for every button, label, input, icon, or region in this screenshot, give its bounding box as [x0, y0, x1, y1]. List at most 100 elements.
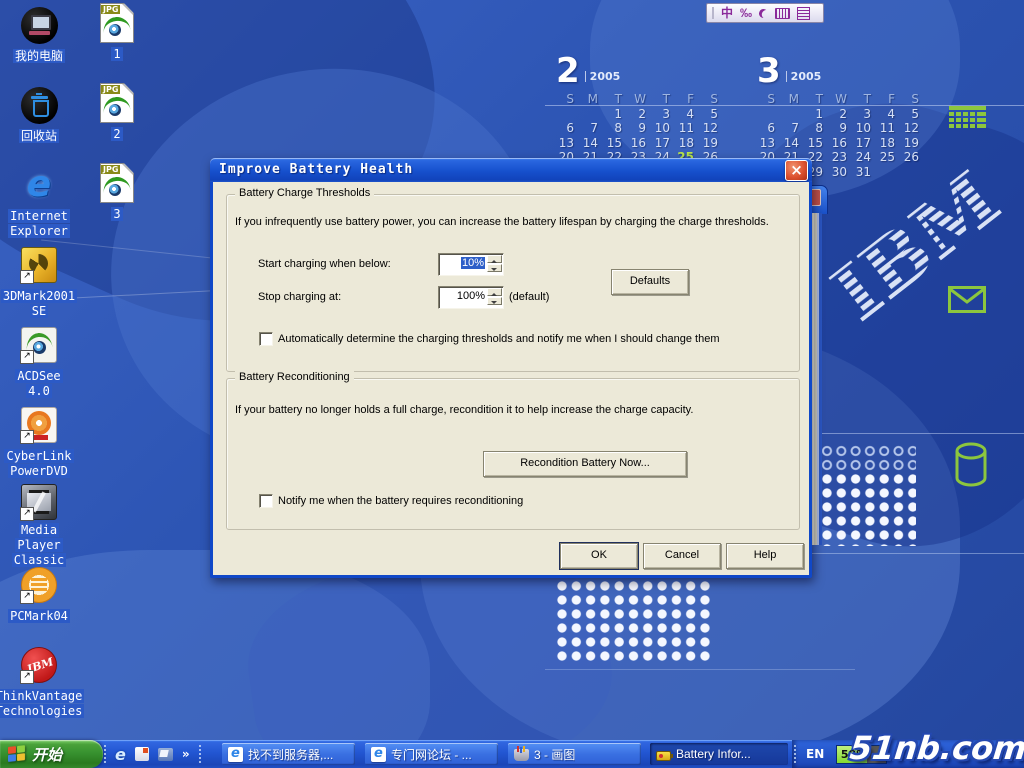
desktop-icon-jpg-file[interactable]: JPG3 [80, 162, 154, 242]
jpg-file-icon: JPG [100, 162, 134, 204]
quick-launch-more-chevron[interactable]: » [182, 747, 190, 761]
stop-charging-value[interactable]: 100% [457, 290, 485, 302]
calendar-day: 14 [781, 136, 805, 151]
battery-meter[interactable]: 58% [836, 745, 887, 764]
cancel-button[interactable]: Cancel [643, 543, 721, 569]
mail-app-icon[interactable] [135, 747, 149, 761]
desktop-icon-internet-explorer[interactable]: eInternet Explorer [2, 164, 76, 244]
media-player-classic-icon: ↗ [21, 484, 57, 520]
stop-charging-spinbox[interactable]: 100% [438, 286, 504, 309]
spin-up-icon[interactable] [487, 255, 502, 263]
taskbar: 开始 e » e 找不到服务器,... e 专门网论坛 - ... 3 - 画图… [0, 740, 1024, 768]
reconditioning-description: If your battery no longer holds a full c… [235, 404, 693, 416]
language-bar-grip[interactable] [712, 7, 714, 19]
calendar-day: 8 [604, 121, 628, 136]
ime-punctuation-icon[interactable] [758, 7, 770, 19]
calendar-year: 2005 [585, 71, 621, 82]
spin-up-icon[interactable] [487, 288, 502, 296]
battery-percent: 58% [841, 748, 867, 761]
ime-width-icon[interactable]: ‰ [740, 5, 752, 21]
ime-menu-icon[interactable] [797, 7, 810, 20]
desktop-icon-label: 回收站 [19, 129, 59, 144]
calendar-day: 17 [853, 136, 877, 151]
calendar-day: 15 [604, 136, 628, 151]
taskbar-task-paint[interactable]: 3 - 画图 [508, 743, 641, 765]
windows-flag-icon [8, 745, 26, 763]
ie-page-icon: e [228, 747, 243, 762]
calendar-day: 25 [877, 150, 901, 165]
desktop-icon-label: 2 [111, 127, 122, 142]
help-button[interactable]: Help [726, 543, 804, 569]
auto-determine-checkbox-label[interactable]: Automatically determine the charging thr… [278, 333, 719, 345]
calendar-day: 13 [556, 136, 580, 151]
calendar-dow: F [877, 92, 901, 107]
taskband-grip[interactable] [199, 745, 201, 763]
desktop-icon-powerdvd[interactable]: ↗CyberLink PowerDVD [2, 404, 76, 484]
desktop-icon-label: PCMark04 [8, 609, 70, 624]
ime-chinese-icon[interactable]: 中 [721, 5, 733, 21]
battery-charge-thresholds-group: Battery Charge Thresholds If you infrequ… [226, 194, 800, 372]
spin-down-icon[interactable] [487, 297, 502, 305]
keyboard-icon[interactable] [775, 8, 790, 19]
internet-explorer-icon[interactable]: e [115, 745, 126, 764]
taskbar-task-server-not-found[interactable]: e 找不到服务器,... [222, 743, 355, 765]
show-desktop-icon[interactable] [158, 748, 173, 761]
calendar-day: 12 [700, 121, 724, 136]
desktop-icon-label: 我的电脑 [13, 49, 65, 64]
desktop-icon-jpg-file[interactable]: JPG2 [80, 82, 154, 162]
calendar-day: 14 [580, 136, 604, 151]
calendar-day: 6 [757, 121, 781, 136]
calendar-day: 10 [853, 121, 877, 136]
desktop-icon-acdsee[interactable]: ↗ACDSee 4.0 [2, 324, 76, 404]
language-indicator[interactable]: EN [806, 747, 824, 761]
acdsee-icon: ↗ [21, 324, 57, 366]
calendar-dow: S [757, 92, 781, 107]
quick-launch: e » [104, 740, 201, 768]
calendar-dow: T [853, 92, 877, 107]
3dmark2001-icon: ↗ [21, 244, 57, 286]
desktop-icon-my-computer[interactable]: 我的电脑 [2, 4, 76, 84]
desktop-icon-3dmark2001[interactable]: ↗3DMark2001 SE [2, 244, 76, 324]
desktop-icon-thinkvantage[interactable]: IBM↗ThinkVantage Technologies [2, 644, 76, 724]
grid-icon [949, 106, 986, 134]
taskbar-task-battery-information[interactable]: Battery Infor... [650, 743, 788, 765]
notify-reconditioning-checkbox-label[interactable]: Notify me when the battery requires reco… [278, 495, 523, 507]
jpg-file-icon: JPG [100, 2, 134, 44]
desktop-icon-recycle-bin[interactable]: 回收站 [2, 84, 76, 164]
ok-button[interactable]: OK [560, 543, 638, 569]
start-button-label: 开始 [32, 744, 62, 765]
calendar-day: 30 [829, 165, 853, 180]
desktop-icon-jpg-file[interactable]: JPG1 [80, 2, 154, 82]
notify-reconditioning-checkbox[interactable] [259, 494, 273, 508]
start-charging-label: Start charging when below: [258, 258, 391, 270]
desktop-icon-label: 3DMark2001 SE [1, 289, 77, 319]
taskbar-task-forum[interactable]: e 专门网论坛 - ... [365, 743, 498, 765]
calendar-day [580, 107, 604, 122]
auto-determine-checkbox[interactable] [259, 332, 273, 346]
start-button[interactable]: 开始 [0, 740, 103, 768]
recondition-battery-now-button[interactable]: Recondition Battery Now... [483, 451, 687, 477]
desktop-icon-media-player-classic[interactable]: ↗Media Player Classic [2, 484, 76, 564]
defaults-button[interactable]: Defaults [611, 269, 689, 295]
tray-grip[interactable] [794, 745, 796, 763]
calendar-dow: S [556, 92, 580, 107]
desktop-icon-pcmark04[interactable]: ↗PCMark04 [2, 564, 76, 644]
start-charging-spinbox[interactable]: 10% [438, 253, 504, 276]
language-bar[interactable]: 中 ‰ [706, 3, 824, 23]
close-button[interactable]: × [785, 160, 808, 181]
calendar-dow: W [829, 92, 853, 107]
calendar-dow: M [781, 92, 805, 107]
dialog-titlebar[interactable]: Improve Battery Health × [210, 158, 812, 182]
calendar-dow: S [901, 92, 925, 107]
calendar-day: 19 [700, 136, 724, 151]
powerdvd-icon: ↗ [21, 404, 57, 446]
recycle-bin-icon [21, 84, 58, 126]
start-charging-value[interactable]: 10% [461, 257, 485, 269]
calendar-day: 16 [829, 136, 853, 151]
calendar-day: 10 [652, 121, 676, 136]
calendar-day: 11 [676, 121, 700, 136]
spin-down-icon[interactable] [487, 264, 502, 272]
quick-launch-grip[interactable] [104, 745, 106, 763]
calendar-day: 6 [556, 121, 580, 136]
calendar-day: 13 [757, 136, 781, 151]
